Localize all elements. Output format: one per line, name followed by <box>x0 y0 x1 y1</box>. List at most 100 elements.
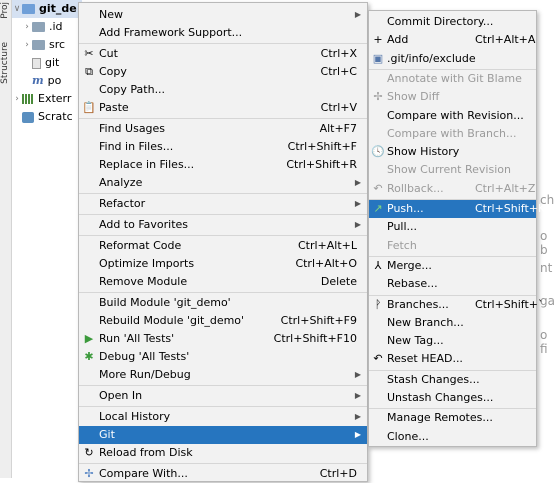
menu-item-add-to-favorites[interactable]: Add to Favorites ▶ <box>79 216 367 234</box>
chevron-right-icon: ▶ <box>354 412 361 421</box>
menu-item-label: Unstash Changes... <box>387 391 494 404</box>
chevron-right-icon[interactable]: › <box>12 90 22 108</box>
menu-item-show-current-revision[interactable]: Show Current Revision <box>369 161 536 179</box>
menu-item-new-tag[interactable]: New Tag... <box>369 332 536 350</box>
menu-item-remove-module[interactable]: Remove Module Delete <box>79 273 367 291</box>
tree-row-external-libraries[interactable]: › Exterr <box>12 90 71 108</box>
menu-item-shortcut: Ctrl+Shift+F9 <box>280 314 357 327</box>
menu-item-reformat-code[interactable]: Reformat Code Ctrl+Alt+L <box>79 237 367 255</box>
menu-item-optimize-imports[interactable]: Optimize Imports Ctrl+Alt+O <box>79 255 367 273</box>
menu-item-find-in-files[interactable]: Find in Files... Ctrl+Shift+F <box>79 138 367 156</box>
menu-item-git-info-exclude[interactable]: ▣ .git/info/exclude <box>369 50 536 68</box>
menu-item-rebase[interactable]: Rebase... <box>369 275 536 293</box>
menu-item-stash-changes[interactable]: Stash Changes... <box>369 371 536 389</box>
menu-item-local-history[interactable]: Local History ▶ <box>79 408 367 426</box>
menu-item-shortcut: Ctrl+D <box>319 467 357 480</box>
chevron-right-icon[interactable]: › <box>22 18 32 36</box>
menu-item-label: More Run/Debug <box>99 368 191 381</box>
menu-item-label: Show History <box>387 145 460 159</box>
editor-text: nt <box>540 261 553 275</box>
chevron-down-icon[interactable]: ∨ <box>12 0 22 18</box>
menu-item-shortcut: Ctrl+V <box>320 101 357 114</box>
menu-item-label: Open In <box>99 389 143 402</box>
menu-item-add-framework-support[interactable]: Add Framework Support... <box>79 24 367 42</box>
menu-item-label: Copy Path... <box>99 83 166 96</box>
menu-item-new[interactable]: New ▶ <box>79 6 367 24</box>
menu-item-copy-path[interactable]: Copy Path... <box>79 81 367 99</box>
tree-row-pom[interactable]: m po <box>32 72 61 90</box>
menu-item-pull[interactable]: Pull... <box>369 218 536 236</box>
menu-item-label: Commit Directory... <box>387 15 494 28</box>
menu-item-label: Replace in Files... <box>99 158 195 171</box>
menu-item-debug-all-tests[interactable]: ✱ Debug 'All Tests' <box>79 348 367 366</box>
menu-item-label: Rollback... <box>387 181 444 195</box>
menu-item-rebuild-module[interactable]: Rebuild Module 'git_demo' Ctrl+Shift+F9 <box>79 312 367 330</box>
menu-item-commit-directory[interactable]: Commit Directory... <box>369 13 536 31</box>
chevron-right-icon: ▶ <box>354 391 361 400</box>
menu-item-compare-with-revision[interactable]: Compare with Revision... <box>369 107 536 125</box>
menu-item-annotate-with-git-blame[interactable]: Annotate with Git Blame <box>369 70 536 88</box>
menu-item-build-module[interactable]: Build Module 'git_demo' <box>79 294 367 312</box>
menu-item-shortcut: Ctrl+Shift+` <box>475 297 544 311</box>
menu-item-label: Optimize Imports <box>99 257 195 270</box>
menu-item-cut[interactable]: ✂ Cut Ctrl+X <box>79 45 367 63</box>
menu-item-label: Find Usages <box>99 122 166 135</box>
menu-item-new-branch[interactable]: New Branch... <box>369 314 536 332</box>
merge-icon: ⅄ <box>374 258 382 272</box>
menu-item-label: Copy <box>99 65 127 78</box>
tree-row-gitignore[interactable]: git <box>32 54 59 72</box>
menu-item-label: Remove Module <box>99 275 188 288</box>
menu-item-branches[interactable]: ᚹ Branches... Ctrl+Shift+` <box>369 296 544 314</box>
chevron-right-icon: ▶ <box>354 370 361 379</box>
menu-item-clone[interactable]: Clone... <box>369 428 536 446</box>
menu-item-label: Stash Changes... <box>387 372 480 386</box>
menu-item-label: Branches... <box>387 297 449 311</box>
tree-row-idea[interactable]: › .id <box>22 18 62 36</box>
menu-item-shortcut: Ctrl+Shift+F <box>287 140 357 153</box>
menu-item-label: Build Module 'git_demo' <box>99 296 231 309</box>
menu-item-label: Analyze <box>99 176 143 189</box>
menu-item-open-in[interactable]: Open In ▶ <box>79 387 367 405</box>
menu-item-find-usages[interactable]: Find Usages Alt+F7 <box>79 120 367 138</box>
menu-item-paste[interactable]: 📋 Paste Ctrl+V <box>79 99 367 117</box>
chevron-right-icon[interactable]: › <box>22 36 32 54</box>
menu-item-push[interactable]: ↗ Push... Ctrl+Shift+K <box>369 200 545 218</box>
menu-item-label: Compare with Branch... <box>387 126 517 140</box>
menu-item-label: Compare with Revision... <box>387 108 524 122</box>
chevron-right-icon: ▶ <box>354 220 361 229</box>
show-history-icon: 🕓 <box>371 145 385 159</box>
menu-item-manage-remotes[interactable]: Manage Remotes... <box>369 409 536 427</box>
menu-item-refactor[interactable]: Refactor ▶ <box>79 195 367 213</box>
menu-item-fetch[interactable]: Fetch <box>369 237 536 255</box>
menu-item-reload-from-disk[interactable]: ↻ Reload from Disk <box>79 444 367 462</box>
menu-item-label: .git/info/exclude <box>387 51 476 65</box>
menu-item-copy[interactable]: ⧉ Copy Ctrl+C <box>79 63 367 81</box>
editor-text: o fi <box>540 328 548 356</box>
menu-item-show-history[interactable]: 🕓 Show History <box>369 143 536 161</box>
menu-item-replace-in-files[interactable]: Replace in Files... Ctrl+Shift+R <box>79 156 367 174</box>
tree-row-root[interactable]: ∨ git_de <box>12 0 82 18</box>
menu-item-reset-head[interactable]: ↶ Reset HEAD... <box>369 350 536 368</box>
tree-row-label: git <box>45 56 60 69</box>
menu-item-add[interactable]: + Add Ctrl+Alt+A <box>369 31 536 49</box>
reload-from-disk-icon: ↻ <box>84 446 94 459</box>
menu-item-label: Merge... <box>387 258 432 272</box>
chevron-right-icon: ▶ <box>354 178 361 187</box>
menu-item-unstash-changes[interactable]: Unstash Changes... <box>369 389 536 407</box>
menu-item-git[interactable]: Git ▶ <box>79 426 367 444</box>
reset-head-icon: ↶ <box>373 352 383 366</box>
menu-item-label: Clone... <box>387 429 429 443</box>
tool-window-strip: Proj Structure <box>0 0 12 478</box>
menu-item-compare-with-branch[interactable]: Compare with Branch... <box>369 125 536 143</box>
menu-item-more-run-debug[interactable]: More Run/Debug ▶ <box>79 366 367 384</box>
menu-item-analyze[interactable]: Analyze ▶ <box>79 174 367 192</box>
menu-item-label: New Tag... <box>387 334 444 348</box>
tree-row-src[interactable]: › src <box>22 36 65 54</box>
menu-item-rollback[interactable]: ↶ Rollback... Ctrl+Alt+Z <box>369 180 536 198</box>
menu-item-run-all-tests[interactable]: ▶ Run 'All Tests' Ctrl+Shift+F10 <box>79 330 367 348</box>
menu-item-shortcut: Ctrl+Shift+K <box>475 202 546 215</box>
menu-item-merge[interactable]: ⅄ Merge... <box>369 257 536 275</box>
tree-row-scratches[interactable]: Scratc <box>22 108 73 126</box>
menu-item-show-diff[interactable]: ✢ Show Diff <box>369 88 536 106</box>
menu-item-compare-with[interactable]: ✢ Compare With... Ctrl+D <box>79 465 367 483</box>
